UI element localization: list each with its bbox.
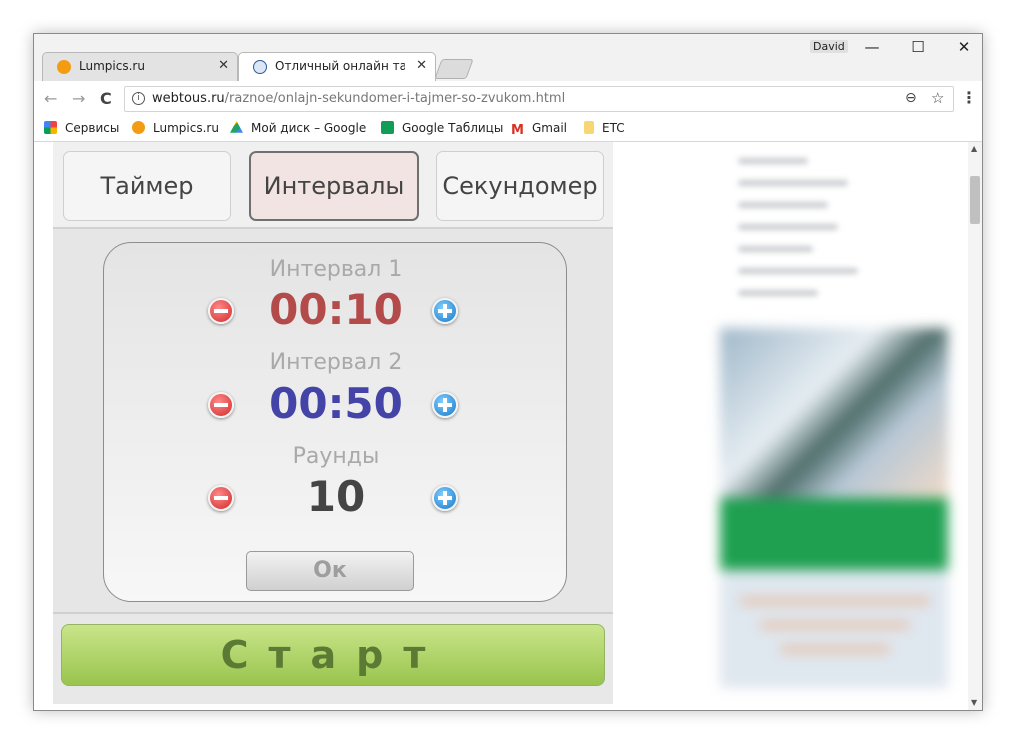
back-icon[interactable]: ←: [44, 89, 57, 108]
close-window-button[interactable]: ✕: [949, 36, 979, 58]
rounds-label: Раунды: [292, 444, 380, 469]
timer-app: Таймер Интервалы Секундомер Интервал 1 0…: [53, 142, 613, 704]
page-content: Таймер Интервалы Секундомер Интервал 1 0…: [34, 142, 982, 710]
url-domain: webtous.ru: [152, 91, 225, 106]
orange-circle-icon: [132, 121, 145, 134]
mode-intervals-tab[interactable]: Интервалы: [249, 151, 419, 221]
browser-toolbar: ← → C i webtous.ru/raznoe/onlajn-sekundo…: [34, 81, 982, 118]
bookmark-services[interactable]: Сервисы: [44, 121, 119, 135]
minimize-button[interactable]: —: [857, 36, 887, 58]
bookmark-google-drive[interactable]: Мой диск – Google: [230, 121, 366, 135]
interval-2-label: Интервал 2: [269, 350, 403, 375]
url-path: /raznoe/onlajn-sekundomer-i-tajmer-so-zv…: [224, 91, 566, 106]
rounds-plus-button[interactable]: [432, 485, 458, 511]
bookmark-label: ETC: [602, 121, 625, 135]
bookmark-lumpics[interactable]: Lumpics.ru: [132, 121, 219, 135]
interval-2-plus-button[interactable]: [432, 392, 458, 418]
blurred-advertisement: [720, 328, 948, 688]
start-bar: Старт: [53, 612, 613, 704]
maximize-button[interactable]: ☐: [903, 36, 933, 58]
browser-window: Lumpics.ru ✕ Отличный онлайн тайме ✕ Dav…: [33, 33, 983, 711]
scroll-up-icon[interactable]: ▲: [971, 144, 977, 153]
bookmark-label: Lumpics.ru: [153, 121, 219, 135]
bookmark-etc[interactable]: ETC: [584, 121, 625, 135]
ok-button[interactable]: Ок: [246, 551, 414, 591]
url-text[interactable]: webtous.ru/raznoe/onlajn-sekundomer-i-ta…: [152, 91, 565, 106]
bookmarks-bar: Сервисы Lumpics.ru Мой диск – Google Goo…: [34, 117, 982, 142]
mode-timer-tab[interactable]: Таймер: [63, 151, 231, 221]
new-tab-button[interactable]: [434, 59, 474, 79]
profile-name[interactable]: David: [810, 40, 848, 53]
forward-icon[interactable]: →: [72, 89, 85, 108]
address-bar[interactable]: i webtous.ru/raznoe/onlajn-sekundomer-i-…: [124, 86, 954, 112]
title-bar: Lumpics.ru ✕ Отличный онлайн тайме ✕ Dav…: [34, 34, 982, 81]
folder-icon: [584, 121, 594, 134]
interval-settings-panel: Интервал 1 00:10 Интервал 2 00:50 Раунды…: [103, 242, 567, 602]
scroll-down-icon[interactable]: ▼: [971, 698, 977, 707]
apps-grid-icon: [44, 121, 57, 134]
close-tab-icon[interactable]: ✕: [416, 58, 427, 73]
globe-icon: [253, 60, 267, 74]
scrollbar-thumb[interactable]: [970, 176, 980, 224]
interval-1-value: 00:10: [269, 285, 403, 334]
bookmark-label: Мой диск – Google: [251, 121, 367, 135]
reload-icon[interactable]: C: [100, 89, 112, 108]
bookmark-label: Gmail: [532, 121, 568, 135]
tab-title: Отличный онлайн тайме: [275, 59, 405, 73]
close-tab-icon[interactable]: ✕: [218, 58, 229, 73]
interval-1-label: Интервал 1: [269, 257, 403, 282]
tab-lumpics[interactable]: Lumpics.ru ✕: [42, 52, 238, 81]
start-button[interactable]: Старт: [61, 624, 605, 686]
blurred-sidebar-links: [726, 142, 953, 296]
bookmark-google-sheets[interactable]: Google Таблицы: [381, 121, 503, 135]
gmail-icon: M: [511, 123, 524, 138]
mode-tabs: Таймер Интервалы Секундомер: [53, 142, 613, 229]
interval-2-value: 00:50: [269, 379, 403, 428]
site-info-icon[interactable]: i: [132, 92, 145, 105]
google-sheets-icon: [381, 121, 394, 134]
rounds-value: 10: [306, 472, 366, 521]
bookmark-label: Google Таблицы: [402, 121, 504, 135]
interval-1-plus-button[interactable]: [432, 298, 458, 324]
zoom-icon[interactable]: ⊖: [905, 90, 917, 106]
bookmark-label: Сервисы: [65, 121, 120, 135]
orange-circle-icon: [57, 60, 71, 74]
tab-timer[interactable]: Отличный онлайн тайме ✕: [238, 52, 436, 81]
bookmark-gmail[interactable]: M Gmail: [511, 121, 567, 137]
mode-stopwatch-tab[interactable]: Секундомер: [436, 151, 604, 221]
google-drive-icon: [230, 121, 243, 133]
vertical-scrollbar[interactable]: ▲ ▼: [968, 142, 982, 710]
tab-title: Lumpics.ru: [79, 59, 145, 73]
bookmark-star-icon[interactable]: ☆: [931, 89, 944, 107]
browser-menu-icon[interactable]: ⋮: [961, 88, 977, 107]
